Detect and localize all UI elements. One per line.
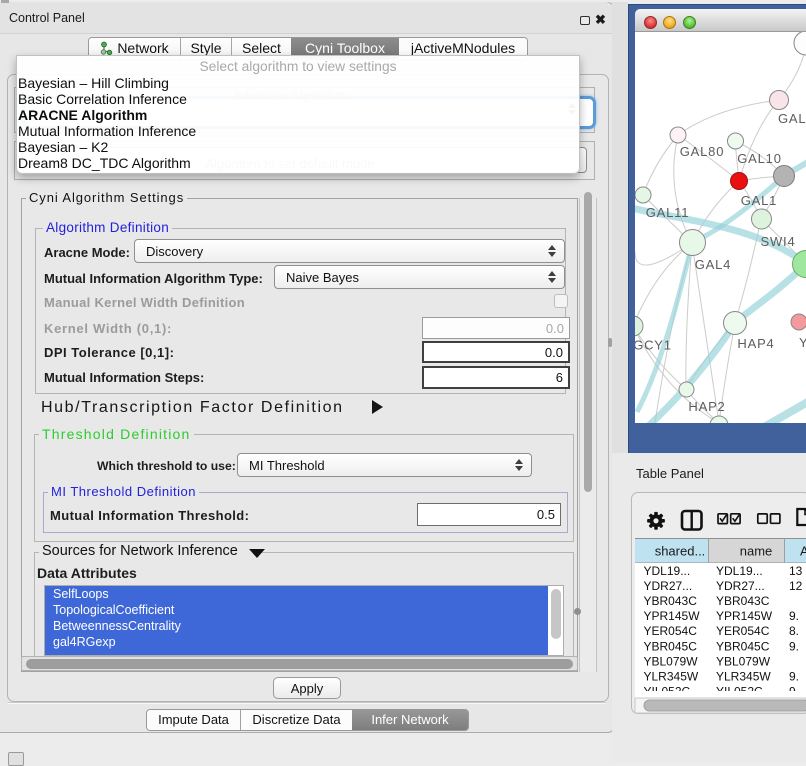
svg-text:YDL19...: YDL19... (716, 564, 763, 578)
svg-text:YER054C: YER054C (644, 624, 698, 638)
svg-text:YER054C: YER054C (716, 624, 770, 638)
svg-text:9.: 9. (789, 670, 799, 684)
svg-text:GCY1: GCY1 (635, 337, 672, 352)
svg-text:YM: YM (799, 335, 806, 350)
svg-text:name: name (740, 544, 773, 559)
svg-text:9.: 9. (789, 609, 799, 623)
svg-text:A: A (800, 544, 806, 559)
svg-text:GAL4: GAL4 (695, 257, 731, 272)
svg-text:9.: 9. (789, 639, 799, 653)
svg-text:shared...: shared... (655, 544, 706, 559)
svg-text:13: 13 (789, 564, 803, 578)
svg-text:YBL079W: YBL079W (716, 654, 771, 668)
svg-text:YLR345W: YLR345W (644, 670, 699, 684)
svg-text:YBR045C: YBR045C (716, 639, 770, 653)
svg-text:SWI4: SWI4 (761, 234, 796, 249)
svg-text:HAP2: HAP2 (688, 399, 725, 414)
svg-text:YDR27...: YDR27... (716, 579, 765, 593)
svg-text:YDR27...: YDR27... (644, 579, 693, 593)
svg-text:YBL079W: YBL079W (644, 654, 699, 668)
svg-text:GAL80: GAL80 (680, 144, 724, 159)
svg-text:GAL2: GAL2 (778, 111, 806, 126)
svg-text:HAP4: HAP4 (737, 336, 774, 351)
svg-text:YBR043C: YBR043C (716, 594, 770, 608)
svg-text:GAL1: GAL1 (741, 193, 777, 208)
svg-text:GAL10: GAL10 (737, 151, 781, 166)
svg-text:8.: 8. (789, 624, 799, 638)
svg-text:YBR043C: YBR043C (644, 594, 698, 608)
svg-text:YPR145W: YPR145W (644, 609, 701, 623)
svg-text:YBR045C: YBR045C (644, 639, 698, 653)
svg-text:YDL19...: YDL19... (644, 564, 691, 578)
svg-text:12: 12 (789, 579, 803, 593)
svg-text:GAL11: GAL11 (646, 205, 690, 220)
svg-text:YPR145W: YPR145W (716, 609, 773, 623)
svg-text:YLR345W: YLR345W (716, 670, 771, 684)
